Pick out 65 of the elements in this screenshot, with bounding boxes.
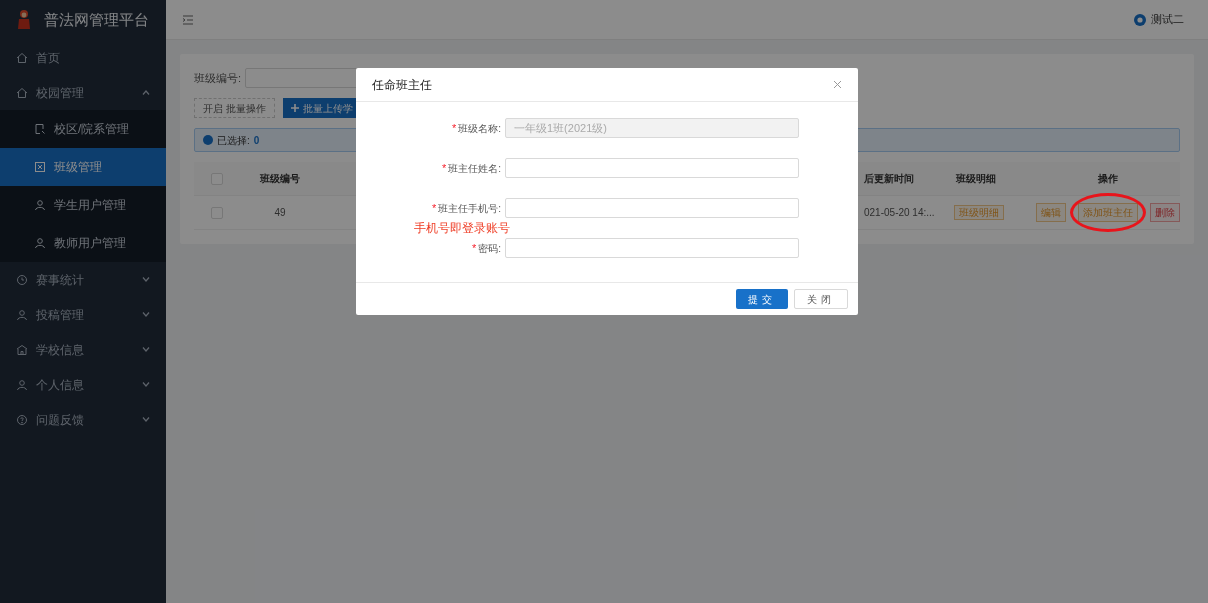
user-icon	[16, 378, 28, 391]
mascot-icon	[16, 9, 32, 31]
building-icon	[16, 343, 28, 356]
chevron-icon	[142, 312, 150, 317]
action-button[interactable]: 删除	[1150, 203, 1180, 222]
grid-icon	[34, 161, 46, 173]
action-button[interactable]: 添加班主任	[1078, 203, 1138, 222]
user-name[interactable]: 测试二	[1151, 11, 1184, 28]
sidebar-item[interactable]: 校园管理	[0, 75, 166, 110]
field-label: 密码:	[478, 241, 501, 256]
field-label: 班级名称:	[458, 121, 501, 136]
user-icon	[34, 237, 46, 249]
annotation-note: 手机号即登录账号	[414, 220, 510, 237]
home-icon	[16, 86, 28, 99]
column-header: 操作	[1097, 172, 1119, 186]
submit-button[interactable]: 提交	[736, 289, 788, 309]
input-field[interactable]	[505, 158, 799, 178]
filter-label: 班级编号:	[194, 70, 242, 86]
detail-tag[interactable]: 班级明细	[954, 205, 1004, 220]
sidebar-item[interactable]: 个人信息	[0, 367, 166, 402]
close-button[interactable]: 关闭	[794, 289, 848, 309]
clock-icon	[16, 273, 28, 286]
column-header: 后更新时间	[864, 172, 915, 186]
column-header: 班级明细	[955, 172, 997, 186]
sidebar-item[interactable]: 首页	[0, 40, 166, 75]
chevron-icon	[142, 90, 150, 95]
submenu-item[interactable]: 班级管理	[0, 148, 166, 186]
selection-label: 已选择:	[217, 133, 250, 148]
avatar-icon[interactable]	[1133, 12, 1147, 27]
plus-icon	[290, 104, 299, 112]
chevron-icon	[142, 417, 150, 422]
action-button[interactable]: 编辑	[1036, 203, 1066, 222]
app-title: 普法网管理平台	[44, 9, 149, 30]
chevron-icon	[142, 347, 150, 352]
user-icon	[16, 308, 28, 321]
submenu-item[interactable]: 校区/院系管理	[0, 110, 166, 148]
user-icon	[34, 199, 46, 211]
sidebar-item[interactable]: 问题反馈	[0, 402, 166, 437]
column-header: 班级编号	[259, 172, 301, 186]
batch-button[interactable]: 开启 批量操作	[194, 98, 275, 118]
menu-icon[interactable]	[182, 14, 194, 25]
field-label: 班主任手机号:	[438, 201, 501, 216]
close-icon[interactable]	[833, 80, 842, 89]
input-field[interactable]	[505, 238, 799, 258]
required-mark: *	[431, 200, 437, 216]
submenu-item[interactable]: 学生用户管理	[0, 186, 166, 224]
field-label: 班主任姓名:	[448, 161, 501, 176]
table-cell-text: 021-05-20 14:...	[864, 206, 936, 220]
sidebar-item[interactable]: 投稿管理	[0, 297, 166, 332]
submenu-item[interactable]: 教师用户管理	[0, 224, 166, 262]
chevron-icon	[142, 382, 150, 387]
sidebar-item[interactable]: 学校信息	[0, 332, 166, 367]
sidebar-item[interactable]: 赛事统计	[0, 262, 166, 297]
chevron-icon	[142, 277, 150, 282]
input-field[interactable]	[505, 198, 799, 218]
document-icon	[34, 123, 46, 135]
modal-title: 任命班主任	[372, 76, 433, 94]
required-mark: *	[441, 160, 447, 176]
info-icon	[203, 135, 213, 145]
required-mark: *	[471, 240, 477, 256]
home-icon	[16, 51, 28, 64]
table-cell-text: 49	[273, 206, 287, 220]
question-icon	[16, 413, 28, 426]
required-mark: *	[451, 120, 457, 136]
selection-count: 0	[253, 133, 260, 148]
